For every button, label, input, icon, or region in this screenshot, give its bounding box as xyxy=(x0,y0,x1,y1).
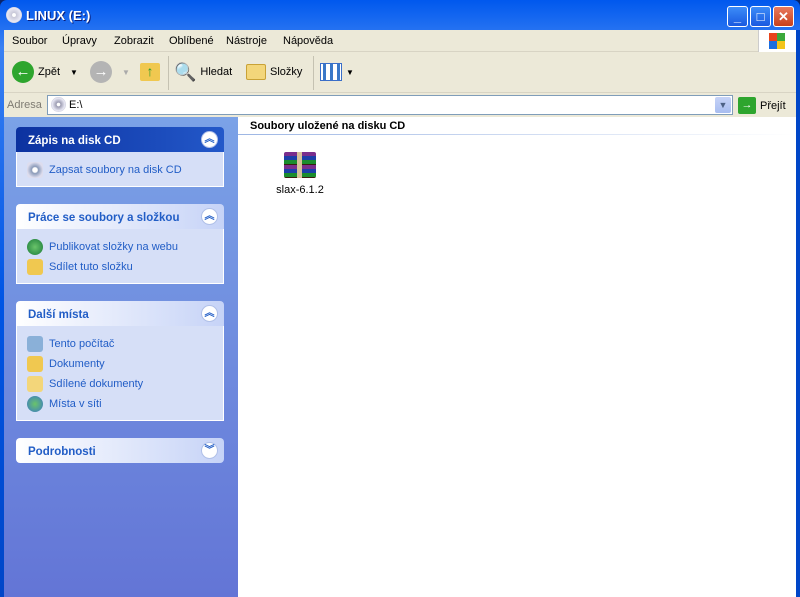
panel-header[interactable]: Práce se soubory a složkou ︽ xyxy=(16,204,224,229)
up-folder-button[interactable]: ↑ xyxy=(140,59,160,85)
maximize-button[interactable]: □ xyxy=(750,6,771,27)
address-value: E:\ xyxy=(69,99,83,111)
documents-folder-icon xyxy=(27,356,43,372)
file-view: Soubory uložené na disku CD slax-6.1.2 xyxy=(238,117,796,597)
expand-icon[interactable]: ︾ xyxy=(201,442,218,459)
task-publish-web[interactable]: Publikovat složky na webu xyxy=(27,237,223,257)
panel-file-tasks: Práce se soubory a složkou ︽ Publikovat s… xyxy=(16,204,224,284)
computer-icon xyxy=(27,336,43,352)
place-my-computer[interactable]: Tento počítač xyxy=(27,334,223,354)
folders-icon xyxy=(246,64,266,80)
place-network[interactable]: Místa v síti xyxy=(27,394,223,414)
views-dropdown-icon: ▼ xyxy=(346,67,354,77)
cd-write-icon xyxy=(27,162,43,178)
forward-dropdown-icon: ▼ xyxy=(122,67,130,77)
views-icon xyxy=(320,63,342,81)
file-name: slax-6.1.2 xyxy=(276,184,324,196)
back-label: Zpět xyxy=(38,66,61,78)
close-button[interactable]: ✕ xyxy=(773,6,794,27)
panel-title: Práce se soubory a složkou xyxy=(28,212,180,224)
group-header: Soubory uložené na disku CD xyxy=(238,117,793,135)
address-label: Adresa xyxy=(7,99,42,111)
collapse-icon[interactable]: ︽ xyxy=(201,305,218,322)
rar-archive-icon xyxy=(284,152,316,178)
place-label: Tento počítač xyxy=(49,338,115,350)
folders-button[interactable]: Složky xyxy=(246,59,302,85)
window-title: LINUX (E:) xyxy=(26,8,91,23)
task-pane: Zápis na disk CD ︽ Zapsat soubory na disk… xyxy=(4,117,238,597)
shared-folder-icon xyxy=(27,259,43,275)
views-button[interactable]: ▼ xyxy=(320,59,354,85)
place-label: Sdílené dokumenty xyxy=(49,378,144,390)
task-label: Zapsat soubory na disk CD xyxy=(49,164,182,176)
panel-cd-writing: Zápis na disk CD ︽ Zapsat soubory na disk… xyxy=(16,127,224,187)
task-write-cd[interactable]: Zapsat soubory na disk CD xyxy=(27,160,223,180)
go-button[interactable]: → Přejít xyxy=(738,97,786,114)
forward-arrow-icon: → xyxy=(90,61,112,83)
collapse-icon[interactable]: ︽ xyxy=(201,131,218,148)
task-label: Sdílet tuto složku xyxy=(49,261,133,273)
place-label: Místa v síti xyxy=(49,398,102,410)
menu-oblibene[interactable]: Oblíbené xyxy=(169,35,214,47)
toolbar: ← Zpět ▼ → ▼ ↑ 🔍 Hledat Složky ▼ xyxy=(4,52,796,93)
forward-button[interactable]: → ▼ xyxy=(90,59,130,85)
cd-drive-icon xyxy=(51,97,66,112)
file-item[interactable]: slax-6.1.2 xyxy=(268,152,332,196)
search-button[interactable]: 🔍 Hledat xyxy=(174,59,232,85)
panel-title: Další místa xyxy=(28,309,89,321)
back-arrow-icon: ← xyxy=(12,61,34,83)
menu-zobrazit[interactable]: Zobrazit xyxy=(114,35,154,47)
collapse-icon[interactable]: ︽ xyxy=(201,208,218,225)
panel-header[interactable]: Podrobnosti ︾ xyxy=(16,438,224,463)
cd-drive-icon xyxy=(6,7,22,23)
task-label: Publikovat složky na webu xyxy=(49,241,179,253)
menu-napoveda[interactable]: Nápověda xyxy=(283,35,333,47)
network-icon xyxy=(27,396,43,412)
menu-soubor[interactable]: Soubor xyxy=(12,35,47,47)
search-label: Hledat xyxy=(200,66,233,78)
panel-title: Zápis na disk CD xyxy=(28,135,121,147)
menu-nastroje[interactable]: Nástroje xyxy=(226,35,267,47)
folders-label: Složky xyxy=(270,66,303,78)
title-bar[interactable]: LINUX (E:) _ □ ✕ xyxy=(0,0,800,30)
place-label: Dokumenty xyxy=(49,358,105,370)
search-icon: 🔍 xyxy=(174,61,197,82)
go-label: Přejít xyxy=(760,99,786,112)
task-share-folder[interactable]: Sdílet tuto složku xyxy=(27,257,223,277)
explorer-window: LINUX (E:) _ □ ✕ Soubor Úpravy Zobrazit … xyxy=(0,0,800,597)
up-folder-icon: ↑ xyxy=(140,63,160,81)
back-button[interactable]: ← Zpět ▼ xyxy=(12,59,78,85)
back-dropdown-icon[interactable]: ▼ xyxy=(70,68,78,77)
folder-icon xyxy=(27,376,43,392)
panel-header[interactable]: Další místa ︽ xyxy=(16,301,224,326)
panel-details: Podrobnosti ︾ xyxy=(16,438,224,463)
panel-other-places: Další místa ︽ Tento počítač Dokumenty Sdí… xyxy=(16,301,224,421)
windows-logo-icon xyxy=(758,30,796,52)
go-arrow-icon: → xyxy=(738,97,756,114)
menu-upravy[interactable]: Úpravy xyxy=(62,35,97,47)
place-documents[interactable]: Dokumenty xyxy=(27,354,223,374)
place-shared-documents[interactable]: Sdílené dokumenty xyxy=(27,374,223,394)
address-dropdown-icon[interactable]: ▼ xyxy=(715,97,731,113)
panel-header[interactable]: Zápis na disk CD ︽ xyxy=(16,127,224,152)
address-bar: Adresa E:\ ▼ → Přejít xyxy=(4,93,796,117)
panel-title: Podrobnosti xyxy=(28,446,96,458)
minimize-button[interactable]: _ xyxy=(727,6,748,27)
globe-icon xyxy=(27,239,43,255)
menu-bar: Soubor Úpravy Zobrazit Oblíbené Nástroje… xyxy=(4,30,796,52)
address-input[interactable]: E:\ ▼ xyxy=(47,95,733,115)
